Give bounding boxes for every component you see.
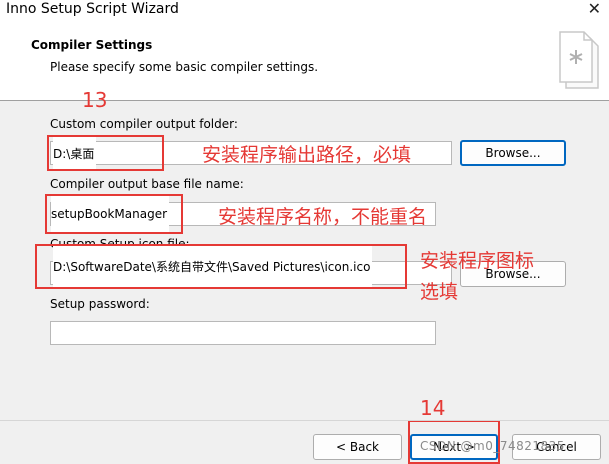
close-icon[interactable]: ✕	[588, 0, 601, 18]
base-name-note: 安装程序名称，不能重名	[218, 206, 428, 228]
icon-file-highlight: D:\SoftwareDate\系统自带文件\Saved Pictures\ic…	[35, 244, 407, 289]
page-subtitle: Please specify some basic compiler setti…	[50, 60, 319, 74]
output-folder-browse-button[interactable]: Browse...	[460, 140, 566, 166]
icon-note-line1: 安装程序图标	[420, 250, 535, 272]
window-title: Inno Setup Script Wizard	[6, 1, 179, 17]
output-folder-note: 安装程序输出路径，必填	[202, 144, 412, 166]
output-folder-value: D:\桌面	[53, 137, 97, 169]
title-bar: Inno Setup Script Wizard ✕	[0, 0, 609, 20]
csdn-watermark: CSDN @m0_74821835	[420, 439, 565, 453]
base-file-name-highlight: setupBookManager	[45, 194, 183, 234]
icon-file-value: D:\SoftwareDate\系统自带文件\Saved Pictures\ic…	[53, 246, 373, 287]
step-14-label: 14	[420, 396, 446, 420]
password-input[interactable]	[50, 321, 436, 345]
back-button[interactable]: < Back	[313, 434, 402, 460]
output-folder-highlight: D:\桌面	[47, 135, 164, 171]
base-file-name-value: setupBookManager	[51, 196, 170, 232]
password-label: Setup password:	[50, 297, 150, 311]
wizard-document-icon	[559, 31, 599, 89]
footer-divider	[0, 420, 609, 421]
base-file-name-label: Compiler output base file name:	[50, 177, 244, 191]
page-title: Compiler Settings	[31, 38, 153, 52]
icon-note-line2: 选填	[420, 281, 459, 303]
step-13-label: 13	[82, 88, 108, 112]
output-folder-label: Custom compiler output folder:	[50, 117, 238, 131]
